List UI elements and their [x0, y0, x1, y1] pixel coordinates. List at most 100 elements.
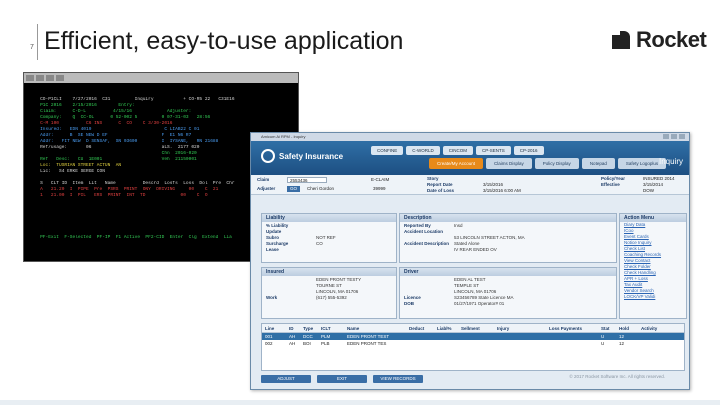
- table-cell: 002: [265, 341, 273, 346]
- column-header[interactable]: Name: [344, 324, 406, 332]
- policy-year-label: Policy/Year: [601, 176, 626, 181]
- field-value: CO: [316, 241, 323, 246]
- effective-value: 3/15/2014: [643, 182, 664, 187]
- column-header[interactable]: Injury: [494, 324, 546, 332]
- driver-panel: Driver EDEN AL TEST TEMPLE ST LINCOLN, MA …: [399, 267, 617, 319]
- nav-tab[interactable]: CINCOM: [442, 146, 473, 155]
- close-icon[interactable]: [679, 134, 685, 139]
- field-value: 01/27/1971 Operator# 01: [454, 301, 505, 306]
- table-row[interactable]: 002 AH BOI PLB EDEN PRONT TES U 12: [262, 340, 684, 347]
- toolbar-icon[interactable]: [46, 75, 54, 81]
- table-cell: [406, 333, 434, 340]
- column-header[interactable]: Hold: [616, 324, 638, 332]
- table-cell: AH: [289, 341, 296, 346]
- table-cell: [458, 333, 494, 340]
- nav-tab[interactable]: CP-2016: [513, 146, 544, 155]
- column-header[interactable]: Type: [300, 324, 318, 332]
- sub-tab[interactable]: Create/My Account: [429, 158, 484, 169]
- minimize-icon[interactable]: [663, 134, 669, 139]
- liability-panel: Liability % Liability Update Subro NOT REF S…: [261, 213, 397, 263]
- slide-footer-band: [0, 400, 720, 405]
- action-button[interactable]: EXIT: [317, 375, 367, 383]
- adjuster-code: 39999: [373, 186, 386, 191]
- field-value: EDEN AL TEST: [454, 277, 486, 282]
- table-header: Line ID Type ICLT Name Deduct Liabl% Sellment In…: [262, 324, 684, 333]
- action-menu-item[interactable]: LOCK/VP Validi: [620, 294, 686, 300]
- toolbar-icon[interactable]: [26, 75, 34, 81]
- loss-date-label: Date of Loss: [427, 188, 455, 193]
- adjuster-name: Cheri Gordon: [307, 186, 335, 191]
- loss-date-value: 3/15/2016 6:00 AM: [483, 188, 521, 193]
- column-header[interactable]: Activity: [638, 324, 678, 332]
- brand-name: Safety Insurance: [279, 151, 344, 161]
- maximize-icon[interactable]: [671, 134, 677, 139]
- panel-row: Work (617) 555-5392: [266, 295, 392, 301]
- table-cell: BOI: [303, 341, 311, 346]
- window-title: Amicum Ai RPM - Inquiry: [261, 134, 306, 139]
- nav-tab[interactable]: CP-SENTS: [476, 146, 511, 155]
- terminal-toolbar: [24, 73, 298, 83]
- field-value: (617) 555-5392: [316, 295, 347, 300]
- insured-panel: Insured EDEN PRONT TESTY TOURNE ST LINCOLN…: [261, 267, 397, 319]
- copyright: © 2017 Rocket Software Inc. All rights r…: [569, 374, 665, 379]
- panel-row: IV REAR ENDED OV: [404, 247, 612, 253]
- sub-tabs: Create/My Account Claims Display Policy Di…: [429, 158, 667, 169]
- toolbar-icon[interactable]: [56, 75, 64, 81]
- eclaim-label: E-CLAIM: [371, 177, 390, 182]
- column-header[interactable]: Line: [262, 324, 286, 332]
- insured-panel-title: Insured: [262, 268, 396, 276]
- sub-tab[interactable]: Claims Display: [486, 158, 532, 169]
- dol-value: DOW: [643, 188, 654, 193]
- field-label: Work: [266, 295, 278, 300]
- column-header[interactable]: ID: [286, 324, 300, 332]
- action-menu: Action Menu Diary Data ICoo Event Cards Not…: [619, 213, 687, 319]
- table-cell: [546, 333, 598, 340]
- column-header[interactable]: Sellment: [458, 324, 494, 332]
- column-header[interactable]: Liabl%: [434, 324, 458, 332]
- column-header[interactable]: Deduct: [406, 324, 434, 332]
- action-menu-title: Action Menu: [620, 214, 686, 222]
- nav-tab[interactable]: C-WORLD: [406, 146, 440, 155]
- table-cell: EDEN PRONT TEST: [347, 334, 390, 339]
- nav-tab[interactable]: CONFINE: [371, 146, 404, 155]
- table-row[interactable]: 001 AH DCC PLM EDEN PRONT TEST U 12: [262, 333, 684, 340]
- column-header[interactable]: Stat: [598, 324, 616, 332]
- claim-summary: Claim 2553436 E-CLAIM Adjuster GO Cheri …: [251, 175, 689, 195]
- window-titlebar: Amicum Ai RPM - Inquiry: [251, 133, 689, 141]
- table-cell: [546, 340, 598, 347]
- claim-label: Claim: [257, 177, 270, 182]
- column-header[interactable]: Loss Payments: [546, 324, 598, 332]
- report-date-label: Report Date: [427, 182, 453, 187]
- table-cell: [638, 340, 678, 347]
- policy-year-value: INSURED 2014: [643, 176, 675, 181]
- brand: Safety Insurance: [261, 149, 343, 163]
- table-cell: PLM: [321, 334, 331, 339]
- action-buttons: ADJUST EXIT VIEW RECORDS: [261, 375, 423, 383]
- field-value: NOT REF: [316, 235, 336, 240]
- sub-tab[interactable]: Policy Display: [534, 158, 579, 169]
- table-cell: [638, 333, 678, 340]
- column-header[interactable]: ICLT: [318, 324, 344, 332]
- claimant-table: Line ID Type ICLT Name Deduct Liabl% Sellment In…: [261, 323, 685, 371]
- effective-label: Effective: [601, 182, 620, 187]
- toolbar-icon[interactable]: [36, 75, 44, 81]
- table-cell: [494, 333, 546, 340]
- table-cell: 001: [265, 334, 273, 339]
- go-button[interactable]: GO: [287, 186, 301, 192]
- field-value: TOURNE ST: [316, 283, 342, 288]
- field-value: S23456789 State Licence MA: [454, 295, 514, 300]
- table-cell: DCC: [303, 334, 313, 339]
- panel-row: Lease: [266, 247, 392, 253]
- field-value: EDEN PRONT TESTY: [316, 277, 362, 282]
- shield-logo-icon: [261, 149, 275, 163]
- sub-tab[interactable]: Notepad: [581, 158, 615, 169]
- claim-input[interactable]: 2553436: [287, 177, 327, 183]
- panel-row: DOB 01/27/1971 Operator# 01: [404, 301, 612, 307]
- table-cell: PLB: [321, 341, 330, 346]
- field-label: Lease: [266, 247, 279, 252]
- table-cell: AH: [289, 334, 296, 339]
- field-value: Insd: [454, 223, 463, 228]
- report-date-value: 3/15/2016: [483, 182, 504, 187]
- action-button[interactable]: VIEW RECORDS: [373, 375, 423, 383]
- action-button[interactable]: ADJUST: [261, 375, 311, 383]
